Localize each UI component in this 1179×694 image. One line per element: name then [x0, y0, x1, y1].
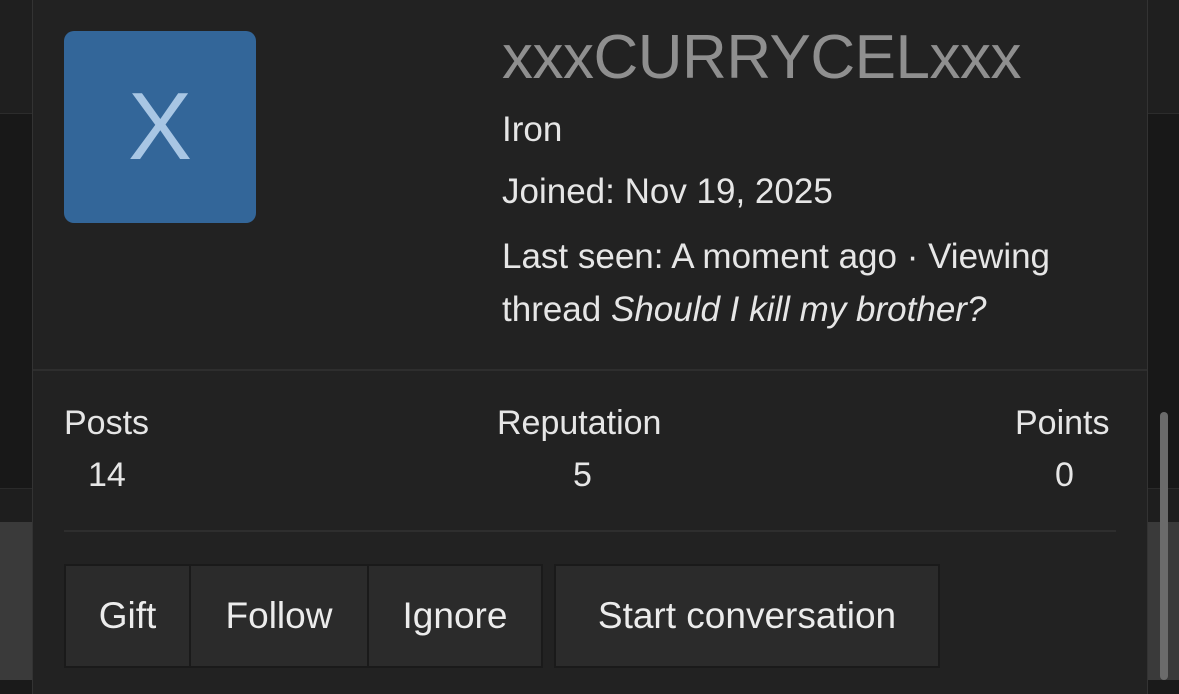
scrollbar[interactable] — [1157, 412, 1171, 680]
posts-label: Posts — [64, 404, 150, 442]
header-divider — [33, 369, 1147, 371]
stats-divider — [64, 530, 1116, 532]
last-seen-status: Last seen: A moment ago · Viewing — [502, 237, 1051, 276]
points-label: Points — [1015, 404, 1110, 442]
last-seen-activity: thread Should I kill my brother? — [502, 290, 986, 330]
user-rank: Iron — [502, 110, 563, 149]
reputation-label: Reputation — [497, 404, 662, 442]
reputation-count: 5 — [573, 456, 592, 494]
start-conversation-button[interactable]: Start conversation — [554, 564, 940, 668]
avatar-letter: X — [127, 73, 193, 180]
ignore-button[interactable]: Ignore — [367, 564, 543, 668]
points-count: 0 — [1055, 456, 1074, 494]
posts-count[interactable]: 14 — [88, 456, 126, 495]
joined-date: Joined: Nov 19, 2025 — [502, 172, 833, 211]
avatar[interactable]: X — [64, 31, 256, 223]
username-link[interactable]: xxxCURRYCELxxx — [502, 22, 1021, 93]
follow-button[interactable]: Follow — [189, 564, 369, 668]
member-tooltip-card: X xxxCURRYCELxxx Iron Joined: Nov 19, 20… — [32, 0, 1148, 694]
gift-button[interactable]: Gift — [64, 564, 191, 668]
last-seen-thread-word: thread — [502, 290, 611, 329]
scrollbar-thumb[interactable] — [1160, 412, 1168, 680]
viewing-thread-title: Should I kill my brother? — [610, 290, 987, 329]
